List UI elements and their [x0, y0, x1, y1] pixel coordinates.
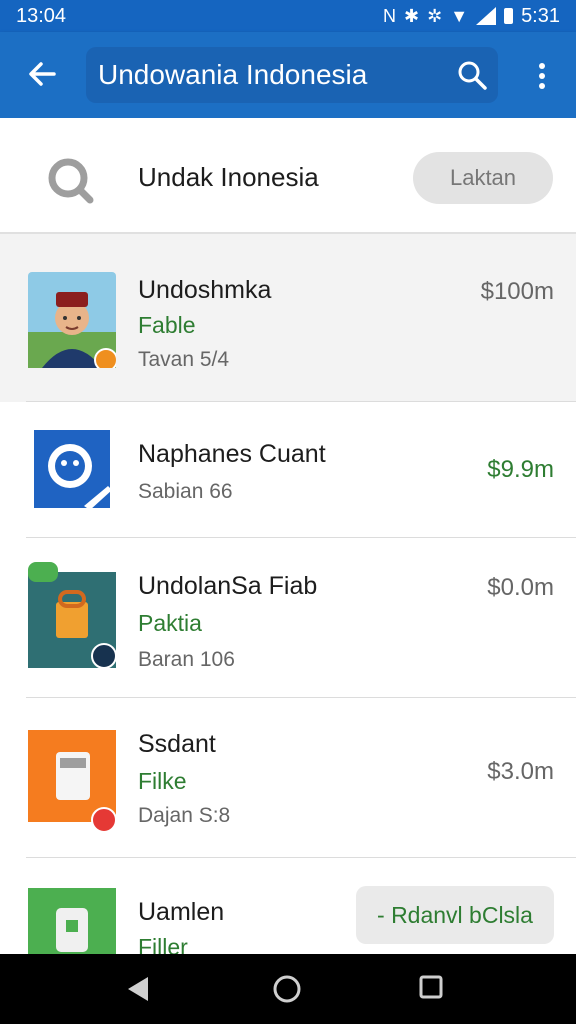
app-bar: Undowania Indonesia: [0, 32, 576, 118]
navigation-bar: [0, 954, 576, 1024]
item-price: $100m: [480, 278, 554, 305]
search-query-text: Undowania Indonesia: [98, 59, 368, 90]
item-meta: Dajan S:8: [138, 804, 231, 827]
item-subtitle: Paktia: [138, 610, 202, 636]
item-subtitle: Filke: [138, 768, 187, 794]
chat-app-thumbnail: [34, 430, 112, 510]
person-thumbnail: [28, 272, 116, 368]
list-item[interactable]: UndolanSa Fiab Paktia Baran 106 $0.0m: [0, 538, 576, 698]
search-icon[interactable]: [456, 59, 488, 91]
list-item[interactable]: Uamlen Filler - Rdanvl bClsla: [0, 858, 576, 960]
item-title: UndolanSa Fiab: [138, 572, 318, 600]
item-price: $9.9m: [487, 456, 554, 483]
cell-signal-icon: [476, 7, 497, 25]
filter-text: Undak Inonesia: [138, 162, 319, 192]
battery-icon: [504, 8, 514, 24]
nav-home-icon[interactable]: [272, 974, 302, 1004]
filter-row: Undak Inonesia Laktan: [0, 118, 576, 234]
nav-back-icon[interactable]: [124, 974, 150, 1004]
item-meta: Sabian 66: [138, 480, 233, 503]
phone-app-thumbnail: [28, 888, 116, 958]
item-title: Uamlen: [138, 898, 225, 926]
status-clock: 5:31: [521, 5, 560, 27]
item-title: Naphanes Cuant: [138, 440, 326, 468]
wifi-icon: ▼: [450, 6, 469, 26]
item-title: Undoshmka: [138, 276, 272, 304]
search-field[interactable]: Undowania Indonesia: [86, 47, 498, 103]
status-time: 13:04: [16, 4, 67, 27]
item-meta: Baran 106: [138, 648, 235, 671]
list-item[interactable]: Ssdant Filke Dajan S:8 $3.0m: [0, 698, 576, 858]
status-icons: N ✱ ✲ ▼ 5:31: [383, 6, 560, 26]
more-vert-icon[interactable]: [528, 60, 556, 92]
list-item[interactable]: Undoshmka Fable Tavan 5/4 $100m: [0, 234, 576, 402]
status-bar: 13:04 N ✱ ✲ ▼ 5:31: [0, 0, 576, 32]
filter-button[interactable]: Laktan: [413, 152, 553, 204]
item-price: $3.0m: [487, 758, 554, 785]
item-action-button[interactable]: - Rdanvl bClsla: [356, 886, 554, 944]
item-meta: Tavan 5/4: [138, 348, 230, 371]
item-price: $0.0m: [487, 574, 554, 601]
item-subtitle: Fable: [138, 312, 196, 338]
vibrate-icon: ✲: [427, 6, 443, 26]
lock-app-thumbnail: [28, 562, 116, 669]
back-arrow-icon[interactable]: [22, 54, 62, 94]
item-title: Ssdant: [138, 730, 216, 758]
nfc-icon: N: [383, 6, 397, 26]
calculator-app-thumbnail: [28, 730, 116, 833]
list-item[interactable]: Naphanes Cuant Sabian 66 $9.9m: [0, 402, 576, 538]
magnifier-icon: [48, 158, 94, 204]
nav-recents-icon[interactable]: [418, 974, 444, 1000]
bluetooth-icon: ✱: [404, 6, 420, 26]
